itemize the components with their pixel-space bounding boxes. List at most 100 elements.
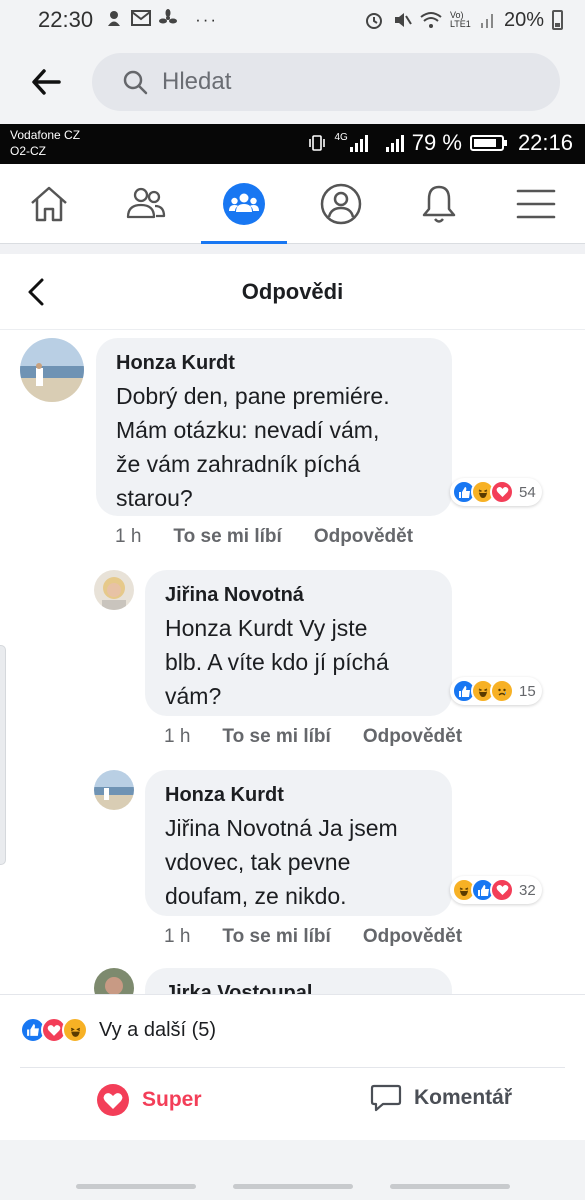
reaction-count: 15 — [519, 682, 536, 700]
reaction-count: 54 — [519, 483, 536, 501]
fan-notification-icon — [159, 8, 178, 32]
outer-status-bar: 22:30 ··· Vo) LTE1 20% — [0, 0, 585, 40]
like-button[interactable]: To se mi líbí — [222, 926, 330, 948]
alarm-icon — [365, 13, 382, 29]
super-label: Super — [142, 1088, 202, 1111]
comment-bubble[interactable]: Jirka Vostoupal — [145, 968, 452, 994]
tab-profile[interactable] — [306, 164, 376, 244]
lte-indicator: Vo) LTE1 — [449, 10, 471, 29]
groups-icon — [222, 182, 265, 225]
comment-time: 1 h — [164, 926, 191, 947]
avatar-honza-kurdt[interactable] — [20, 338, 84, 402]
divider — [20, 1067, 565, 1068]
mail-notification-icon — [131, 9, 152, 32]
replies-header: Odpovědi — [0, 254, 585, 330]
post-reactions[interactable]: Vy a další (5) — [20, 1017, 216, 1043]
profile-icon — [321, 183, 362, 224]
hamburger-menu-icon — [516, 189, 556, 218]
home-icon — [30, 186, 67, 221]
more-notifications-dots: ··· — [195, 10, 219, 29]
comment-line: doufam, ze nikdo. — [165, 883, 347, 909]
like-button[interactable]: To se mi líbí — [173, 526, 281, 548]
comment-time: 1 h — [115, 526, 142, 547]
avatar-honza-kurdt[interactable] — [94, 770, 134, 810]
system-gesture-bar — [0, 1140, 585, 1200]
comment-label: Komentář — [414, 1086, 513, 1109]
comment-author[interactable]: Jirka Vostoupal — [165, 982, 432, 994]
page-title: Odpovědi — [241, 278, 344, 304]
reply-button[interactable]: Odpovědět — [363, 726, 462, 748]
comment-line: Dobrý den, pane premiére. — [116, 383, 390, 409]
inner-signal-icon — [349, 134, 368, 152]
tab-notifications[interactable] — [404, 164, 474, 244]
inner-battery-icon — [469, 135, 507, 151]
like-button[interactable]: To se mi líbí — [222, 726, 330, 748]
vibrate-icon — [309, 135, 326, 151]
reaction-count: 32 — [519, 881, 536, 899]
reaction-summary[interactable]: 15 — [450, 677, 542, 705]
love-icon — [97, 1084, 129, 1116]
carrier-info: Vodafone CZ O2-CZ — [10, 127, 80, 159]
tab-friends[interactable] — [111, 164, 181, 244]
reply-button[interactable]: Odpovědět — [314, 526, 413, 548]
signal-icon — [480, 14, 493, 28]
comment-line: vám? — [165, 683, 222, 709]
comment-bubble[interactable]: Honza Kurdt Dobrý den, pane premiére. Má… — [96, 338, 452, 516]
battery-icon — [552, 10, 563, 30]
carrier-line-2: O2-CZ — [10, 144, 46, 158]
replies-panel: Odpovědi Honza Kurdt Dobrý den, pane pre… — [0, 254, 585, 994]
facebook-replies-screen: 22:30 ··· Vo) LTE1 20% Hledat Vodafone C… — [0, 0, 585, 1200]
mute-icon — [394, 13, 412, 27]
comment-line: Honza Kurdt Vy jste — [165, 615, 368, 641]
inner-status-right: 4G 79 % 22:16 — [308, 130, 573, 156]
search-placeholder: Hledat — [162, 68, 232, 95]
comment-line: blb. A víte kdo jí píchá — [165, 649, 389, 675]
tab-home[interactable] — [14, 164, 84, 244]
comment-actions: 1 h To se mi líbí Odpovědět — [164, 926, 462, 948]
comment-line: Mám otázku: nevadí vám, — [116, 417, 380, 443]
carrier-line-1: Vodafone CZ — [10, 128, 81, 142]
bell-icon — [422, 185, 455, 223]
love-reaction-icon — [490, 480, 514, 504]
haha-reaction-icon — [62, 1017, 88, 1043]
comment-actions: 1 h To se mi líbí Odpovědět — [164, 726, 462, 748]
search-bar-row: Hledat — [0, 40, 585, 124]
outer-clock: 22:30 — [38, 7, 94, 32]
avatar-jirina-novotna[interactable] — [94, 570, 134, 610]
comment-text: Dobrý den, pane premiére. Mám otázku: ne… — [116, 379, 432, 515]
inner-battery-percent: 79 % — [411, 130, 462, 155]
search-icon — [123, 70, 148, 95]
app-notification-icon — [105, 9, 123, 32]
back-arrow-icon[interactable] — [0, 40, 92, 124]
replies-back-icon[interactable] — [18, 274, 54, 310]
reply-button[interactable]: Odpovědět — [363, 926, 462, 948]
comment-bubble[interactable]: Jiřina Novotná Honza Kurdt Vy jste blb. … — [145, 570, 452, 716]
super-button[interactable]: Super — [96, 1083, 202, 1117]
gesture-pill[interactable] — [76, 1184, 196, 1189]
comment-bubble[interactable]: Honza Kurdt Jiřina Novotná Ja jsem vdove… — [145, 770, 452, 916]
bottom-action-bar: Vy a další (5) Super Komentář — [0, 994, 585, 1140]
comment-icon — [370, 1084, 402, 1112]
friends-icon — [127, 187, 166, 218]
tab-menu[interactable] — [501, 164, 571, 244]
comment-author[interactable]: Honza Kurdt — [116, 352, 432, 375]
tab-groups[interactable] — [200, 164, 287, 244]
avatar-jirka-vostoupal[interactable] — [94, 968, 134, 994]
gesture-pill[interactable] — [233, 1184, 353, 1189]
love-reaction-icon — [490, 878, 514, 902]
notification-icons: ··· — [105, 8, 219, 32]
search-input[interactable]: Hledat — [92, 53, 560, 111]
comment-line: starou? — [116, 485, 193, 511]
reaction-summary[interactable]: 32 — [450, 876, 542, 904]
comment-text: Honza Kurdt Vy jste blb. A víte kdo jí p… — [165, 611, 432, 713]
reaction-summary[interactable]: 54 — [450, 478, 542, 506]
comment-author[interactable]: Honza Kurdt — [165, 784, 432, 807]
comment-button[interactable]: Komentář — [370, 1083, 512, 1113]
gesture-pill[interactable] — [390, 1184, 510, 1189]
comment-line: že vám zahradník píchá — [116, 451, 361, 477]
edge-panel-handle[interactable] — [0, 645, 6, 865]
network-type: 4G — [334, 131, 348, 143]
comment-actions: 1 h To se mi líbí Odpovědět — [115, 526, 413, 548]
inner-signal-icon-2 — [385, 134, 404, 152]
comment-author[interactable]: Jiřina Novotná — [165, 584, 432, 607]
